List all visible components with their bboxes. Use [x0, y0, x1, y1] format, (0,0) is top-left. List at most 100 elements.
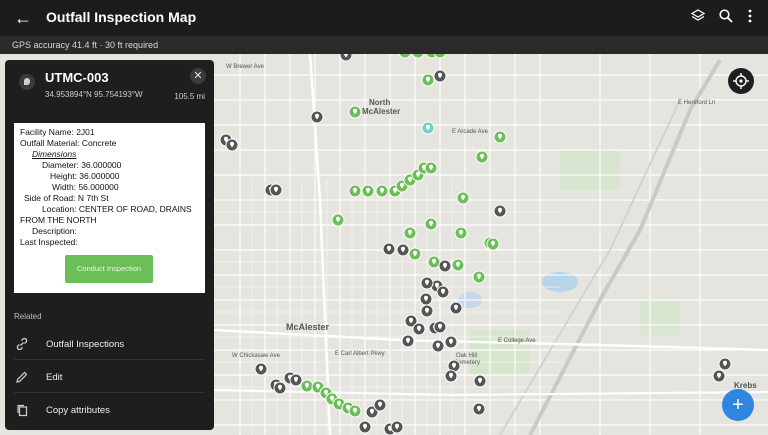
outfall-marker-pending[interactable]	[436, 285, 450, 299]
outfall-marker-inspected[interactable]	[403, 226, 417, 240]
crosshair-icon	[733, 73, 749, 89]
outfall-marker-pending[interactable]	[382, 242, 396, 256]
map-label-north-mcalester: McAlester	[362, 107, 400, 116]
map-label-street: E Carl Albert Pkwy	[335, 351, 385, 357]
layers-icon[interactable]	[688, 8, 708, 28]
outfall-marker-pending[interactable]	[472, 402, 486, 416]
outfall-marker-inspected[interactable]	[300, 379, 314, 393]
back-arrow-icon[interactable]: ←	[12, 7, 34, 29]
outfall-marker-inspected[interactable]	[421, 121, 435, 135]
feature-panel: UTMC-003 34.953894°N 95.754193°W 105.5 m…	[5, 60, 214, 430]
outfall-marker-inspected[interactable]	[375, 184, 389, 198]
marker-pin-icon	[19, 74, 35, 90]
outfall-marker-pending[interactable]	[401, 334, 415, 348]
pencil-icon	[15, 370, 29, 384]
outfall-marker-pending[interactable]	[310, 110, 324, 124]
map-label-street: E Hereford Ln	[678, 100, 715, 106]
related-item-label: Edit	[46, 372, 63, 383]
outfall-marker-pending[interactable]	[438, 259, 452, 273]
map-label-oak-hill: Oak Hill	[456, 353, 477, 359]
outfall-marker-pending[interactable]	[373, 398, 387, 412]
outfall-marker-inspected[interactable]	[408, 247, 422, 261]
outfall-marker-pending[interactable]	[358, 420, 372, 434]
app-bar: ← Outfall Inspection Map	[0, 0, 768, 36]
outfall-marker-inspected[interactable]	[472, 270, 486, 284]
popup-card: Facility Name: 2J01 Outfall Material: Co…	[14, 123, 205, 293]
map-label-mcalester: McAlester	[286, 322, 330, 332]
outfall-marker-inspected[interactable]	[348, 184, 362, 198]
last-inspected: Last Inspected:	[20, 237, 78, 247]
outfall-marker-inspected[interactable]	[348, 404, 362, 418]
link-icon	[15, 337, 29, 351]
outfall-marker-inspected[interactable]	[456, 191, 470, 205]
copy-icon	[15, 403, 29, 417]
more-vert-icon[interactable]	[740, 8, 760, 28]
outfall-marker-pending[interactable]	[420, 304, 434, 318]
map-label-street: W Chickasaw Ave	[232, 353, 281, 359]
map-label-street: E Arcade Ave	[452, 129, 489, 135]
search-icon[interactable]	[716, 8, 736, 28]
related-item-label: Outfall Inspections	[46, 339, 125, 350]
outfall-marker-pending[interactable]	[273, 381, 287, 395]
outfall-marker-pending[interactable]	[718, 357, 732, 371]
facility-name: Facility Name: 2J01	[20, 127, 95, 137]
height: Height: 36.000000	[50, 171, 120, 181]
outfall-marker-pending[interactable]	[396, 243, 410, 257]
outfall-marker-pending[interactable]	[225, 138, 239, 152]
feature-id: UTMC-003	[45, 70, 109, 85]
outfall-marker-pending[interactable]	[289, 373, 303, 387]
description: Description:	[32, 226, 77, 236]
dimensions-header: Dimensions	[32, 149, 77, 159]
outfall-marker-pending[interactable]	[420, 276, 434, 290]
related-item-outfall-inspections[interactable]: Outfall Inspections	[5, 330, 214, 360]
divider	[14, 359, 205, 360]
outfall-marker-pending[interactable]	[431, 339, 445, 353]
outfall-marker-inspected[interactable]	[348, 105, 362, 119]
add-feature-button[interactable]: +	[722, 389, 754, 421]
outfall-marker-pending[interactable]	[473, 374, 487, 388]
outfall-marker-inspected[interactable]	[493, 130, 507, 144]
outfall-marker-pending[interactable]	[449, 301, 463, 315]
outfall-marker-inspected[interactable]	[475, 150, 489, 164]
conduct-inspection-button[interactable]: Conduct Inspection	[65, 255, 153, 283]
outfall-marker-inspected[interactable]	[451, 258, 465, 272]
outfall-marker-inspected[interactable]	[454, 226, 468, 240]
outfall-marker-pending[interactable]	[444, 369, 458, 383]
outfall-marker-inspected[interactable]	[427, 255, 441, 269]
outfall-marker-inspected[interactable]	[486, 237, 500, 251]
outfall-marker-pending[interactable]	[444, 335, 458, 349]
outfall-marker-pending[interactable]	[419, 292, 433, 306]
outfall-marker-pending[interactable]	[390, 420, 404, 434]
outfall-marker-inspected[interactable]	[424, 217, 438, 231]
related-item-edit[interactable]: Edit	[5, 363, 214, 393]
related-item-copy-attributes[interactable]: Copy attributes	[5, 396, 214, 426]
outfall-marker-inspected[interactable]	[421, 73, 435, 87]
park-area	[640, 300, 680, 335]
related-item-label: Copy attributes	[46, 405, 110, 416]
outfall-marker-pending[interactable]	[254, 362, 268, 376]
related-header: Related	[14, 312, 42, 321]
diameter: Diameter: 36.000000	[42, 160, 122, 170]
feature-distance: 105.5 mi	[174, 92, 205, 101]
outfall-marker-inspected[interactable]	[331, 213, 345, 227]
outfall-marker-pending[interactable]	[433, 320, 447, 334]
close-icon[interactable]: ✕	[190, 68, 206, 84]
park-area	[560, 150, 620, 190]
width: Width: 56.000000	[52, 182, 119, 192]
outfall-marker-pending[interactable]	[433, 69, 447, 83]
gps-accuracy-bar: GPS accuracy 41.4 ft · 30 ft required	[0, 36, 768, 54]
map-label-street: E College Ave	[498, 338, 536, 344]
outfall-marker-inspected[interactable]	[424, 161, 438, 175]
outfall-marker-pending[interactable]	[493, 204, 507, 218]
locate-me-button[interactable]	[728, 68, 754, 94]
feature-coords: 34.953894°N 95.754193°W	[45, 90, 143, 99]
outfall-marker-pending[interactable]	[712, 369, 726, 383]
map-label-north-mcalester: North	[369, 98, 390, 107]
outfall-material: Outfall Material: Concrete	[20, 138, 117, 148]
outfall-marker-pending[interactable]	[269, 183, 283, 197]
map-label-street: W Brewer Ave	[226, 64, 265, 70]
outfall-marker-inspected[interactable]	[361, 184, 375, 198]
location-continued: FROM THE NORTH	[20, 215, 97, 225]
outfall-marker-pending[interactable]	[412, 322, 426, 336]
divider	[14, 392, 205, 393]
